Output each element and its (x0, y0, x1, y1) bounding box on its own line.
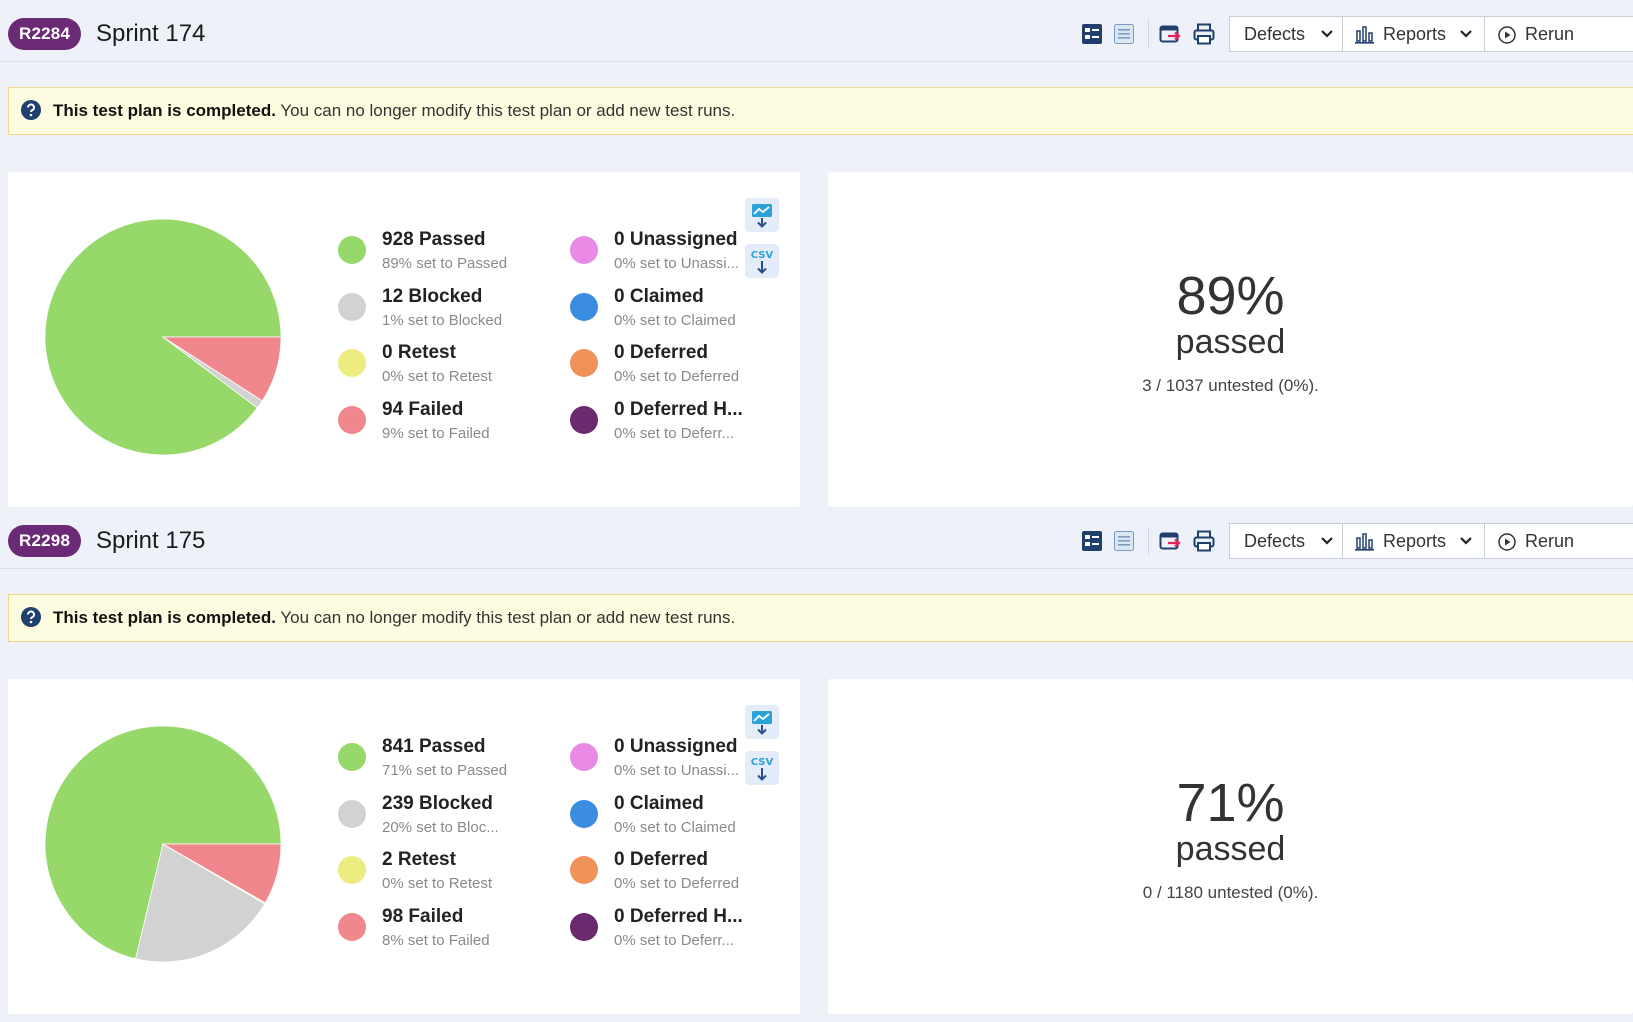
legend-deferred-h[interactable]: 0 Deferred H... 0% set to Deferr... (570, 398, 790, 448)
notice-text: This test plan is completed. You can no … (53, 608, 736, 627)
rerun-button[interactable]: Rerun (1484, 16, 1633, 52)
completed-notice: This test plan is completed. You can no … (8, 594, 1633, 642)
status-dot-deferred-h (570, 406, 598, 434)
defects-dropdown[interactable]: Defects (1229, 16, 1343, 52)
legend-blocked[interactable]: 239 Blocked 20% set to Bloc... (338, 792, 558, 842)
status-dot-retest (338, 349, 366, 377)
chevron-down-icon (1321, 537, 1333, 545)
status-dot-claimed (570, 800, 598, 828)
plan-id-badge[interactable]: R2284 (8, 18, 82, 50)
status-dot-unassigned (570, 743, 598, 771)
status-dot-unassigned (570, 236, 598, 264)
status-summary-card: 841 Passed 71% set to Passed 239 Blocked… (8, 679, 800, 1014)
test-plan-sprint-174: R2284 Sprint 174 Defects Reports Rerun T… (0, 0, 1633, 507)
legend-failed[interactable]: 98 Failed 8% set to Failed (338, 905, 558, 955)
legend-deferred[interactable]: 0 Deferred 0% set to Deferred (570, 848, 790, 898)
plan-title[interactable]: Sprint 175 (96, 526, 205, 556)
passed-label: passed (1175, 830, 1286, 868)
status-summary-card: 928 Passed 89% set to Passed 12 Blocked … (8, 172, 800, 507)
chevron-down-icon (1460, 537, 1472, 545)
bar-chart-icon (1355, 26, 1374, 44)
legend-passed[interactable]: 928 Passed 89% set to Passed (338, 228, 558, 278)
toolbar-divider (1148, 20, 1149, 48)
completed-notice: This test plan is completed. You can no … (8, 87, 1633, 135)
view-compact-icon[interactable] (1112, 22, 1136, 46)
export-icon[interactable] (1158, 529, 1182, 553)
view-details-icon[interactable] (1080, 529, 1104, 553)
passed-percentage-card: 89% passed 3 / 1037 untested (0%). (828, 172, 1633, 507)
legend-claimed[interactable]: 0 Claimed 0% set to Claimed (570, 792, 790, 842)
question-circle-icon (21, 607, 41, 627)
status-dot-retest (338, 856, 366, 884)
download-csv-icon[interactable]: CSV (745, 751, 779, 785)
notice-text: This test plan is completed. You can no … (53, 101, 736, 120)
download-image-icon[interactable] (745, 705, 779, 739)
passed-label: passed (1175, 323, 1286, 361)
legend-retest[interactable]: 0 Retest 0% set to Retest (338, 341, 558, 391)
status-dot-passed (338, 236, 366, 264)
legend-passed[interactable]: 841 Passed 71% set to Passed (338, 735, 558, 785)
plan-id-badge[interactable]: R2298 (8, 525, 82, 557)
bar-chart-icon (1355, 533, 1374, 551)
plan-header: R2298 Sprint 175 Defects Reports Rerun (0, 513, 1633, 569)
status-dot-deferred-h (570, 913, 598, 941)
untested-summary: 3 / 1037 untested (0%). (1142, 376, 1319, 395)
svg-text:CSV: CSV (751, 250, 774, 261)
legend-failed[interactable]: 94 Failed 9% set to Failed (338, 398, 558, 448)
status-dot-deferred (570, 349, 598, 377)
legend-blocked[interactable]: 12 Blocked 1% set to Blocked (338, 285, 558, 335)
plan-header: R2284 Sprint 174 Defects Reports Rerun (0, 6, 1633, 62)
export-icon[interactable] (1158, 22, 1182, 46)
test-plan-sprint-175: R2298 Sprint 175 Defects Reports Rerun T… (0, 507, 1633, 1014)
passed-percent: 71% (1176, 773, 1285, 833)
svg-text:CSV: CSV (751, 757, 774, 768)
status-pie-chart[interactable] (42, 723, 284, 965)
status-pie-chart[interactable] (42, 216, 284, 458)
status-dot-deferred (570, 856, 598, 884)
passed-percent: 89% (1176, 266, 1285, 326)
status-dot-blocked (338, 293, 366, 321)
question-circle-icon (21, 100, 41, 120)
view-details-icon[interactable] (1080, 22, 1104, 46)
toolbar-divider (1148, 527, 1149, 555)
status-dot-blocked (338, 800, 366, 828)
legend-deferred-h[interactable]: 0 Deferred H... 0% set to Deferr... (570, 905, 790, 955)
rerun-button[interactable]: Rerun (1484, 523, 1633, 559)
reports-dropdown[interactable]: Reports (1342, 523, 1485, 559)
chevron-down-icon (1321, 30, 1333, 38)
play-circle-icon (1498, 26, 1516, 44)
legend-retest[interactable]: 2 Retest 0% set to Retest (338, 848, 558, 898)
defects-dropdown[interactable]: Defects (1229, 523, 1343, 559)
reports-dropdown[interactable]: Reports (1342, 16, 1485, 52)
passed-percentage-card: 71% passed 0 / 1180 untested (0%). (828, 679, 1633, 1014)
play-circle-icon (1498, 533, 1516, 551)
print-icon[interactable] (1192, 529, 1216, 553)
status-dot-failed (338, 406, 366, 434)
status-dot-claimed (570, 293, 598, 321)
status-dot-passed (338, 743, 366, 771)
legend-claimed[interactable]: 0 Claimed 0% set to Claimed (570, 285, 790, 335)
view-compact-icon[interactable] (1112, 529, 1136, 553)
status-dot-failed (338, 913, 366, 941)
chevron-down-icon (1460, 30, 1472, 38)
untested-summary: 0 / 1180 untested (0%). (1142, 883, 1319, 902)
legend-deferred[interactable]: 0 Deferred 0% set to Deferred (570, 341, 790, 391)
download-image-icon[interactable] (745, 198, 779, 232)
download-csv-icon[interactable]: CSV (745, 244, 779, 278)
print-icon[interactable] (1192, 22, 1216, 46)
plan-title[interactable]: Sprint 174 (96, 19, 205, 49)
